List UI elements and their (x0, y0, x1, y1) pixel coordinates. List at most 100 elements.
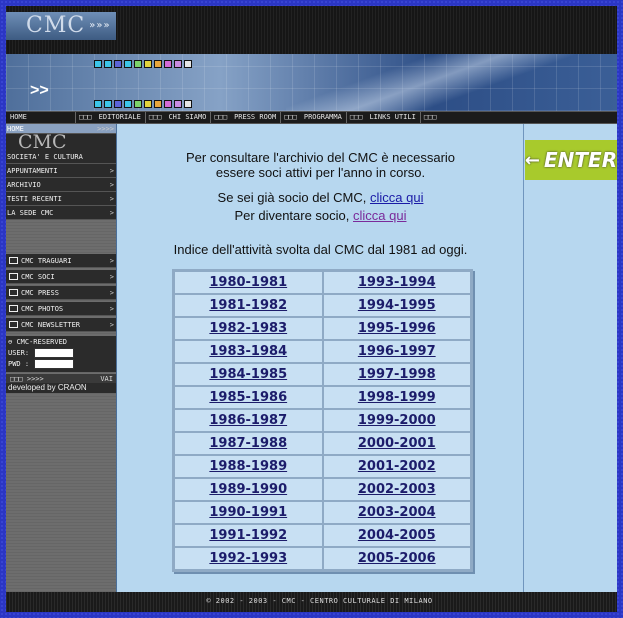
camera-icon (9, 305, 18, 312)
sidebar-item-cmc-photos[interactable]: CMC PHOTOS > (6, 302, 116, 316)
year-link[interactable]: 1999-2000 (358, 413, 436, 428)
nav-separator: □□□ (79, 113, 92, 121)
year-link[interactable]: 1985-1986 (209, 390, 287, 405)
year-link[interactable]: 1997-1998 (358, 367, 436, 382)
logo-arrows: »»» (89, 20, 111, 31)
year-link[interactable]: 1980-1981 (209, 275, 287, 290)
table-row: 1981-1982 1994-1995 (174, 294, 471, 317)
year-link[interactable]: 1998-1999 (358, 390, 436, 405)
year-link[interactable]: 1991-1992 (209, 528, 287, 543)
user-input[interactable] (34, 348, 74, 358)
sidebar: HOME >>>> CMC SOCIETA' E CULTURA APPUNTAM… (6, 124, 116, 592)
banner-arrows-icon: >> (30, 82, 49, 99)
diventare-text: Per diventare socio, (234, 208, 354, 223)
sidebar-item-appuntamenti[interactable]: APPUNTAMENTI > (6, 164, 116, 178)
developer-credit[interactable]: developed by CRAON (6, 383, 116, 393)
year-link[interactable]: 1986-1987 (209, 413, 287, 428)
year-link[interactable]: 1993-1994 (358, 275, 436, 290)
chevron-right-icon: > (109, 289, 114, 297)
table-row: 1987-1988 2000-2001 (174, 432, 471, 455)
sidebar-item-archivio[interactable]: ARCHIVIO > (6, 178, 116, 192)
chevron-right-icon: > (109, 167, 114, 175)
table-row: 1991-1992 2004-2005 (174, 524, 471, 547)
year-link[interactable]: 1996-1997 (358, 344, 436, 359)
year-link[interactable]: 2004-2005 (358, 528, 436, 543)
top-navigation: HOME □□□ EDITORIALE □□□ CHI SIAMO □□□ PR… (6, 111, 617, 124)
year-link[interactable]: 1981-1982 (209, 298, 287, 313)
color-squares-top (94, 60, 192, 68)
nav-separator: □□□ (148, 113, 162, 121)
footer: © 2002 - 2003 - CMC - CENTRO CULTURALE D… (6, 592, 617, 612)
table-cell: 1990-1991 (174, 501, 323, 524)
nav-press-room[interactable]: PRESS ROOM (230, 112, 282, 123)
table-cell: 2004-2005 (322, 524, 471, 547)
sidebar-item-societa-e-cultura[interactable]: SOCIETA' E CULTURA (6, 150, 116, 164)
sidebar-item-label: ARCHIVIO (7, 181, 41, 189)
sidebar-item-label: CMC PRESS (21, 289, 59, 297)
sidebar-item-label: LA SEDE CMC (7, 209, 54, 217)
socio-text: Se sei già socio del CMC, (217, 190, 370, 205)
year-link[interactable]: 2002-2003 (358, 482, 436, 497)
table-row: 1989-1990 2002-2003 (174, 478, 471, 501)
year-link[interactable]: 1984-1985 (209, 367, 287, 382)
year-link[interactable]: 1983-1984 (209, 344, 287, 359)
year-link[interactable]: 1987-1988 (209, 436, 287, 451)
nav-chi-siamo[interactable]: CHI SIAMO (164, 112, 212, 123)
year-link[interactable]: 1990-1991 (209, 505, 287, 520)
login-box: ⊖ CMC-RESERVED USER: PWD : (6, 336, 116, 372)
nav-home[interactable]: HOME (6, 112, 76, 123)
year-link[interactable]: 1988-1989 (209, 459, 287, 474)
sidebar-item-la-sede-cmc[interactable]: LA SEDE CMC > (6, 206, 116, 220)
sidebar-item-cmc-soci[interactable]: CMC SOCI > (6, 270, 116, 284)
sidebar-item-cmc-traguari[interactable]: CMC TRAGUARI > (6, 254, 116, 268)
sidebar-item-cmc-newsletter[interactable]: CMC NEWSLETTER > (6, 318, 116, 332)
table-cell: 2001-2002 (322, 455, 471, 478)
chevron-right-icon: > (109, 321, 114, 329)
table-cell: 1986-1987 (174, 409, 323, 432)
table-cell: 1980-1981 (174, 271, 323, 294)
user-label: USER: (8, 349, 30, 357)
nav-programma[interactable]: PROGRAMMA (300, 112, 347, 123)
pwd-label: PWD : (8, 360, 30, 368)
enter-button[interactable]: ← ENTER (525, 140, 617, 180)
table-cell: 1984-1985 (174, 363, 323, 386)
chevron-right-icon: > (109, 181, 114, 189)
socio-link[interactable]: clicca qui (370, 190, 423, 205)
color-squares-bottom (94, 100, 192, 108)
diventare-socio-link[interactable]: clicca qui (353, 208, 406, 223)
password-input[interactable] (34, 359, 74, 369)
table-cell: 1987-1988 (174, 432, 323, 455)
year-link[interactable]: 2005-2006 (358, 551, 436, 566)
nav-links-utili[interactable]: LINKS UTILI (365, 112, 421, 123)
chevron-right-icon: > (109, 273, 114, 281)
table-row: 1984-1985 1997-1998 (174, 363, 471, 386)
envelope-icon (9, 321, 18, 328)
year-link[interactable]: 1989-1990 (209, 482, 287, 497)
table-cell: 1981-1982 (174, 294, 323, 317)
right-column: ← ENTER (523, 124, 617, 592)
year-link[interactable]: 1982-1983 (209, 321, 287, 336)
year-link[interactable]: 1992-1993 (209, 551, 287, 566)
table-row: 1980-1981 1993-1994 (174, 271, 471, 294)
year-link[interactable]: 1995-1996 (358, 321, 436, 336)
book-icon (9, 257, 18, 264)
year-link[interactable]: 1994-1995 (358, 298, 436, 313)
sidebar-item-label: CMC PHOTOS (21, 305, 64, 313)
table-cell: 1995-1996 (322, 317, 471, 340)
top-bar: CMC»»» (6, 6, 617, 54)
year-link[interactable]: 2001-2002 (358, 459, 436, 474)
sidebar-item-label: CMC NEWSLETTER (21, 321, 81, 329)
year-link[interactable]: 2000-2001 (358, 436, 436, 451)
year-link[interactable]: 2003-2004 (358, 505, 436, 520)
site-logo[interactable]: CMC»»» (6, 12, 116, 40)
table-cell: 1996-1997 (322, 340, 471, 363)
enter-label: ENTER (544, 148, 617, 172)
footer-copyright: © 2002 - 2003 - CMC - CENTRO CULTURALE D… (206, 597, 433, 605)
chevron-right-icon: > (109, 305, 114, 313)
sidebar-item-cmc-press[interactable]: CMC PRESS > (6, 286, 116, 300)
nav-editoriale[interactable]: EDITORIALE (95, 112, 146, 123)
sidebar-item-testi-recenti[interactable]: TESTI RECENTI > (6, 192, 116, 206)
arrow-left-icon: ← (524, 149, 540, 171)
intro-text: Per consultare l'archivio del CMC è nece… (185, 150, 456, 180)
table-row: 1988-1989 2001-2002 (174, 455, 471, 478)
